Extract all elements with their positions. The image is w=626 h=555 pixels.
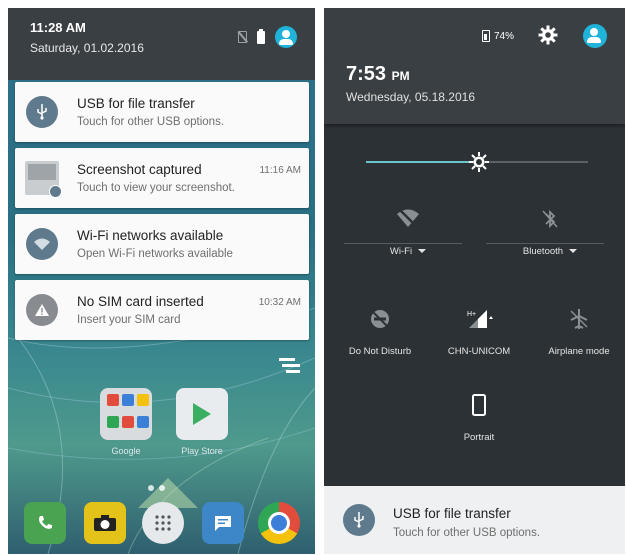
app-label-google: Google xyxy=(111,446,141,456)
tile-label: Portrait xyxy=(463,432,495,443)
divider xyxy=(344,243,462,244)
notification-time: 11:16 AM xyxy=(259,165,301,176)
warning-icon xyxy=(26,294,58,326)
usb-icon xyxy=(343,504,375,536)
chrome-icon[interactable] xyxy=(258,502,300,544)
tile-cellular[interactable]: H+ CHN-UNICOM xyxy=(429,308,529,357)
user-avatar-icon[interactable] xyxy=(583,24,607,48)
svg-text:H+: H+ xyxy=(467,311,476,318)
screenshot-thumbnail xyxy=(25,161,62,198)
play-store-icon[interactable] xyxy=(176,388,228,440)
brightness-fill xyxy=(366,161,480,163)
battery-icon xyxy=(482,30,490,42)
app-drawer-icon[interactable] xyxy=(142,502,184,544)
tile-label: Bluetooth xyxy=(522,246,564,257)
notification-time: 10:32 AM xyxy=(258,297,301,308)
notification-wifi[interactable]: Wi-Fi networks available Open Wi-Fi netw… xyxy=(15,214,309,274)
camera-icon[interactable] xyxy=(84,502,126,544)
notification-subtitle: Touch for other USB options. xyxy=(77,116,225,128)
do-not-disturb-icon xyxy=(368,308,392,332)
clock-date: Saturday, 01.02.2016 xyxy=(30,41,144,55)
wifi-icon xyxy=(26,228,58,260)
chevron-down-icon[interactable] xyxy=(418,249,427,254)
notification-subtitle: Touch to view your screenshot. xyxy=(77,182,235,194)
battery-icon xyxy=(257,28,265,44)
notification-usb[interactable]: USB for file transfer Touch for other US… xyxy=(324,486,625,554)
app-label-play-store: Play Store xyxy=(181,446,223,456)
bluetooth-off-icon xyxy=(538,208,562,232)
tile-portrait[interactable]: Portrait xyxy=(429,394,529,443)
usb-icon xyxy=(26,96,58,128)
dock xyxy=(8,500,315,554)
messaging-icon[interactable] xyxy=(202,502,244,544)
notification-no-sim[interactable]: No SIM card inserted Insert your SIM car… xyxy=(15,280,309,340)
tile-airplane-mode[interactable]: Airplane mode xyxy=(529,308,625,357)
notification-title: No SIM card inserted xyxy=(77,294,204,309)
status-bar: 74% xyxy=(324,8,625,58)
notification-subtitle: Touch for other USB options. xyxy=(393,527,541,539)
tile-label: Airplane mode xyxy=(548,346,610,357)
clock-time: 7:53 PM xyxy=(346,63,410,85)
battery-indicator: 74% xyxy=(482,30,514,42)
tile-bluetooth[interactable]: Bluetooth xyxy=(500,208,600,257)
user-avatar-icon[interactable] xyxy=(275,26,297,48)
brightness-slider[interactable] xyxy=(366,152,588,172)
page-indicator xyxy=(148,485,165,491)
notification-screenshot[interactable]: Screenshot captured Touch to view your s… xyxy=(15,148,309,208)
notification-title: USB for file transfer xyxy=(393,506,511,521)
portrait-rotation-icon xyxy=(467,394,491,418)
right-phone-screen: 74% 7:53 PM Wednesday, 05.18.2016 Wi-Fi … xyxy=(324,8,625,554)
notification-subtitle: Insert your SIM card xyxy=(77,314,181,326)
notification-shade-header: 11:28 AM Saturday, 01.02.2016 xyxy=(8,8,315,80)
clock-date: Wednesday, 05.18.2016 xyxy=(346,90,475,104)
notification-title: USB for file transfer xyxy=(77,96,195,111)
tile-wifi[interactable]: Wi-Fi xyxy=(358,208,458,257)
clear-all-icon[interactable] xyxy=(279,358,301,378)
divider xyxy=(486,243,604,244)
notification-subtitle: Open Wi-Fi networks available xyxy=(77,248,233,260)
clock-time: 11:28 AM xyxy=(30,20,86,35)
tile-label: Do Not Disturb xyxy=(348,346,412,357)
notification-usb[interactable]: USB for file transfer Touch for other US… xyxy=(15,82,309,142)
tile-label: CHN-UNICOM xyxy=(447,346,511,357)
brightness-knob-icon[interactable] xyxy=(468,151,490,173)
no-sim-icon xyxy=(238,31,247,43)
notification-title: Screenshot captured xyxy=(77,162,202,177)
tile-do-not-disturb[interactable]: Do Not Disturb xyxy=(330,308,430,357)
phone-icon[interactable] xyxy=(24,502,66,544)
quick-settings-header: 7:53 PM Wednesday, 05.18.2016 xyxy=(324,58,625,124)
settings-gear-icon[interactable] xyxy=(538,25,558,45)
chevron-down-icon[interactable] xyxy=(569,249,578,254)
notification-title: Wi-Fi networks available xyxy=(77,228,224,243)
wifi-off-icon xyxy=(396,208,420,232)
battery-percent: 74% xyxy=(494,30,515,42)
cellular-signal-icon: H+ xyxy=(467,308,493,332)
airplane-mode-icon xyxy=(567,308,591,332)
status-icons xyxy=(238,26,297,48)
google-folder-icon[interactable] xyxy=(100,388,152,440)
left-phone-screen: 11:28 AM Saturday, 01.02.2016 USB for fi… xyxy=(8,8,315,554)
tile-label: Wi-Fi xyxy=(389,246,413,257)
screenshot-composite: 11:28 AM Saturday, 01.02.2016 USB for fi… xyxy=(0,0,626,555)
